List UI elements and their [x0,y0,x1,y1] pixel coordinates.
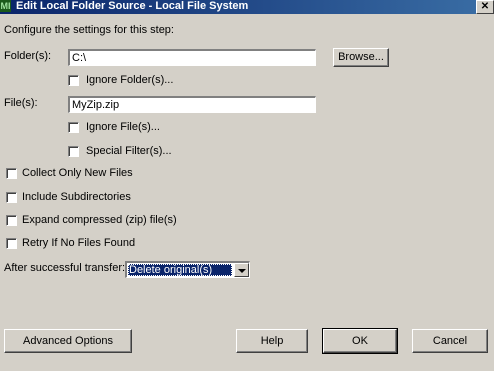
ignore-folders-label: Ignore Folder(s)... [86,74,174,86]
title-bar[interactable]: MI Edit Local Folder Source - Local File… [0,0,494,14]
include-subdirs-label: Include Subdirectories [22,191,131,203]
app-icon: MI [0,0,11,12]
cancel-button[interactable]: Cancel [412,329,488,353]
chevron-down-icon [238,269,246,273]
advanced-options-button[interactable]: Advanced Options [4,329,132,353]
help-button[interactable]: Help [236,329,308,353]
dropdown-arrow-button[interactable] [234,263,249,277]
window-title: Edit Local Folder Source - Local File Sy… [16,0,249,12]
ignore-folders-checkbox[interactable] [68,75,79,86]
after-transfer-selected: Delete original(s) [128,264,232,276]
intro-text: Configure the settings for this step: [4,24,174,36]
browse-button[interactable]: Browse... [333,48,389,67]
expand-zip-checkbox[interactable] [6,215,17,226]
close-button[interactable]: ✕ [476,0,494,14]
after-transfer-dropdown[interactable]: Delete original(s) [125,261,250,278]
expand-zip-label: Expand compressed (zip) file(s) [22,214,177,226]
file-input[interactable]: MyZip.zip [68,96,316,113]
ignore-files-label: Ignore File(s)... [86,121,160,133]
retry-label: Retry If No Files Found [22,237,136,249]
ok-button[interactable]: OK [322,328,398,354]
include-subdirs-checkbox[interactable] [6,192,17,203]
special-filter-label: Special Filter(s)... [86,145,172,157]
collect-new-checkbox[interactable] [6,168,17,179]
collect-new-label: Collect Only New Files [22,167,133,179]
file-label: File(s): [4,97,38,109]
special-filter-checkbox[interactable] [68,146,79,157]
retry-checkbox[interactable] [6,238,17,249]
ignore-files-checkbox[interactable] [68,122,79,133]
after-transfer-label: After successful transfer: [4,262,126,274]
folder-label: Folder(s): [4,50,52,62]
folder-input[interactable]: C:\ [68,49,316,66]
